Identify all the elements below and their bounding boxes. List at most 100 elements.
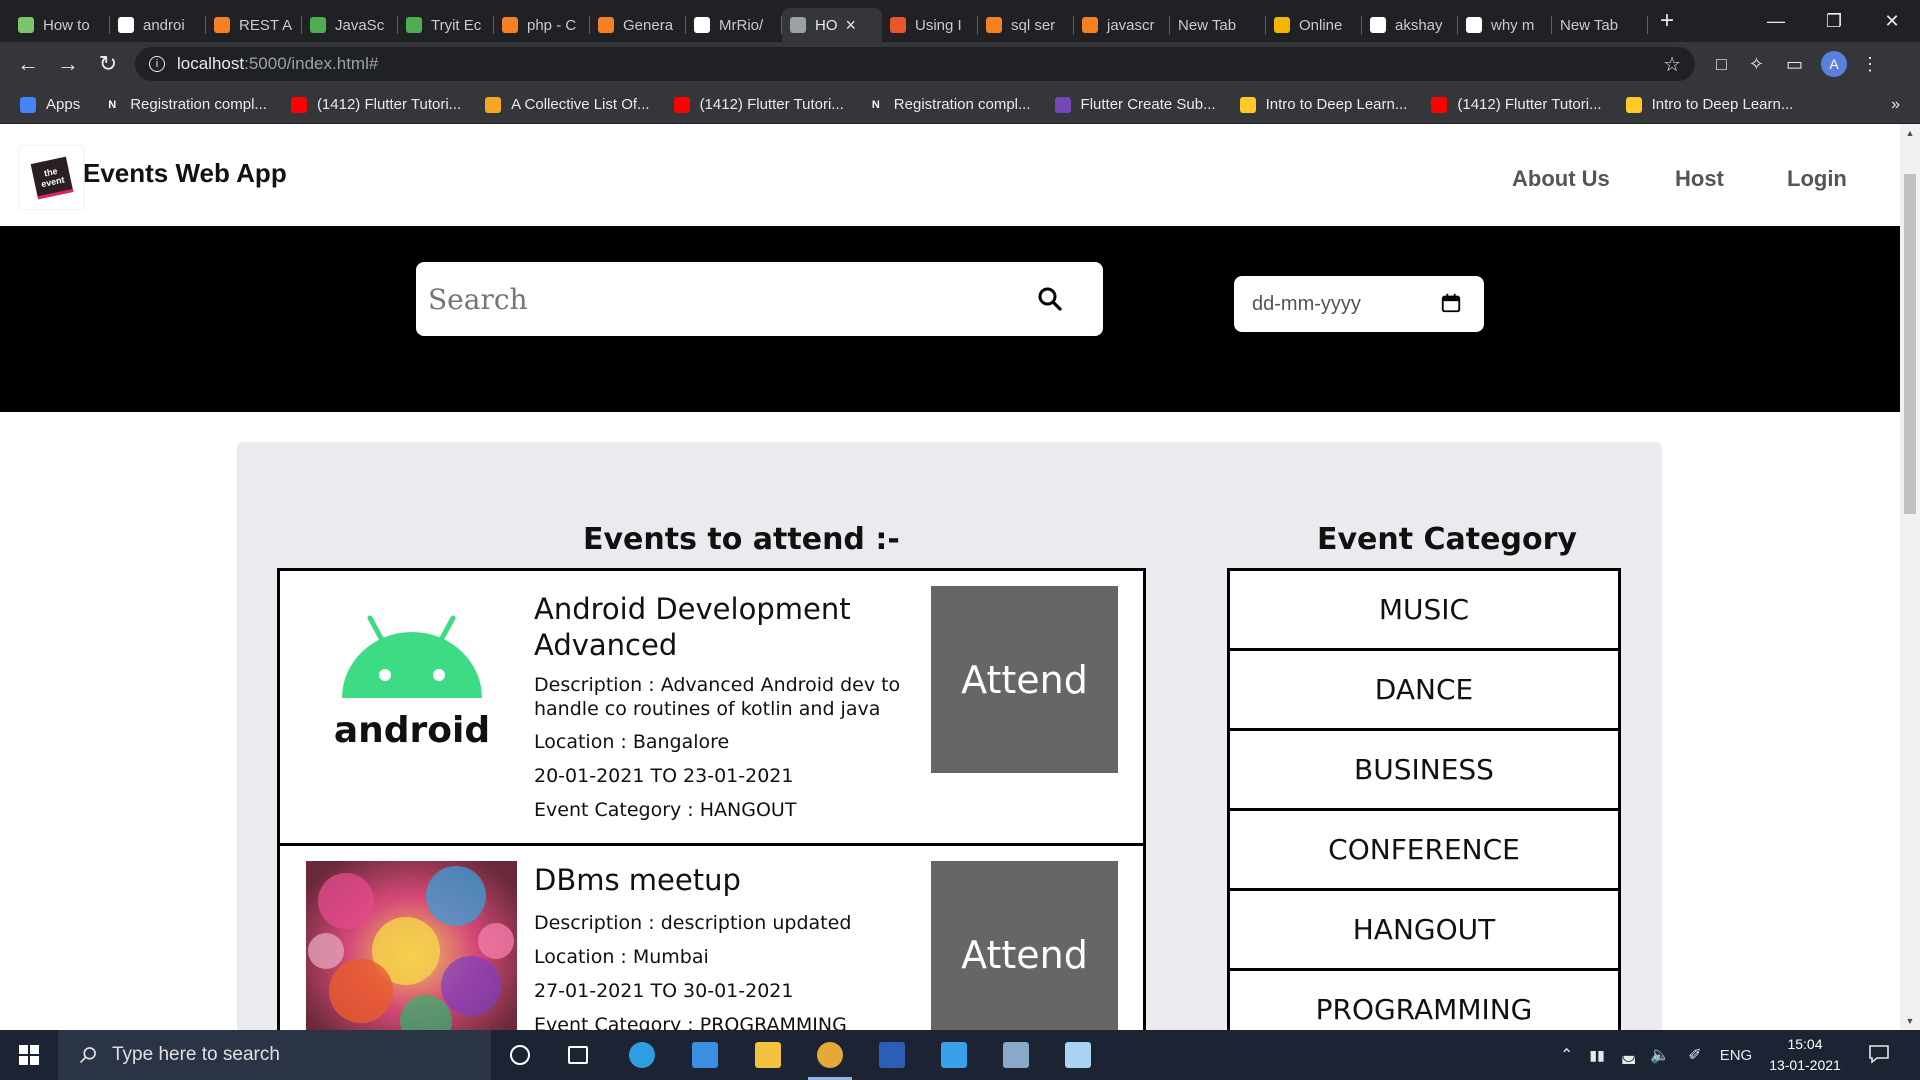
search-icon[interactable]	[1035, 284, 1065, 314]
site-logo[interactable]: the event	[20, 146, 83, 209]
restore-icon[interactable]: ❐	[1806, 0, 1862, 42]
event-location: Location : Mumbai	[534, 946, 709, 968]
browser-tab[interactable]: New Tab	[1552, 8, 1648, 42]
bookmark-item[interactable]: A Collective List Of...	[485, 96, 650, 113]
bookmark-item[interactable]: (1412) Flutter Tutori...	[290, 96, 462, 113]
screen-capture-icon[interactable]: □	[1716, 54, 1727, 75]
category-item[interactable]: DANCE	[1230, 651, 1618, 731]
vscode-icon[interactable]	[924, 1030, 984, 1080]
browser-tab[interactable]: Genera	[590, 8, 686, 42]
notifications-icon[interactable]	[1868, 1043, 1890, 1065]
calendar-icon[interactable]	[1440, 292, 1462, 314]
chrome-icon[interactable]	[800, 1030, 860, 1080]
extensions-icon[interactable]: ✧	[1749, 54, 1764, 75]
new-tab-icon[interactable]: +	[1660, 7, 1674, 35]
tab-label: why m	[1491, 16, 1535, 34]
bookmark-star-icon[interactable]: ☆	[1663, 52, 1681, 77]
menu-kebab-icon[interactable]: ⋮	[1861, 54, 1879, 75]
tab-strip: How to androi REST A JavaSc Tryit Ec php - C G…	[0, 0, 1920, 42]
page-scrollbar[interactable]: ▲ ▼	[1900, 124, 1920, 1030]
search-hero: Search dd-mm-yyyy	[0, 226, 1900, 412]
browser-tab[interactable]: MrRio/	[686, 8, 782, 42]
address-bar[interactable]: i localhost:5000/index.html# ☆	[135, 47, 1695, 81]
nav-login[interactable]: Login	[1787, 166, 1847, 192]
taskbar-clock[interactable]: 15:04 13-01-2021	[1760, 1034, 1850, 1076]
brand-name[interactable]: Events Web App	[83, 158, 287, 189]
browser-tab[interactable]: New Tab	[1170, 8, 1266, 42]
browser-tab[interactable]: akshay	[1362, 8, 1458, 42]
edge-icon[interactable]	[612, 1030, 672, 1080]
site-info-icon[interactable]: i	[149, 56, 165, 72]
bookmark-item[interactable]: Intro to Deep Learn...	[1625, 96, 1793, 113]
nav-about-us[interactable]: About Us	[1512, 166, 1610, 192]
profile-avatar[interactable]: A	[1820, 51, 1847, 77]
bookmark-item[interactable]: (1412) Flutter Tutori...	[1431, 96, 1602, 113]
windows-start-icon[interactable]	[0, 1030, 58, 1080]
category-item[interactable]: PROGRAMMING	[1230, 971, 1618, 1030]
browser-tab[interactable]: How to	[10, 8, 110, 42]
category-item[interactable]: MUSIC	[1230, 571, 1618, 651]
browser-tab[interactable]: Tryit Ec	[398, 8, 494, 42]
reload-icon[interactable]: ↻	[88, 44, 128, 84]
pen-icon[interactable]: ✐	[1688, 1045, 1701, 1065]
task-view-icon[interactable]	[548, 1030, 608, 1080]
wifi-icon[interactable]: ◛	[1621, 1045, 1637, 1065]
content-panel: Events to attend :- Event Category andro…	[237, 442, 1662, 1030]
tab-label: How to	[43, 16, 90, 34]
tab-label: Genera	[623, 16, 674, 34]
globe-icon	[790, 17, 806, 33]
clock-date: 13-01-2021	[1769, 1057, 1841, 1073]
scroll-up-icon[interactable]: ▲	[1904, 128, 1916, 138]
attend-button[interactable]: Attend	[931, 586, 1118, 773]
cortana-icon[interactable]	[490, 1030, 550, 1080]
category-item[interactable]: BUSINESS	[1230, 731, 1618, 811]
windows-taskbar: Type here to search ⌃ ▮▮ ◛ 🔈 ✐ ENG 15:04…	[0, 1030, 1920, 1080]
language-indicator[interactable]: ENG	[1720, 1047, 1753, 1064]
browser-tab[interactable]: androi	[110, 8, 206, 42]
category-item[interactable]: HANGOUT	[1230, 891, 1618, 971]
word-icon[interactable]	[862, 1030, 922, 1080]
back-icon[interactable]: ←	[8, 44, 48, 84]
nav-host[interactable]: Host	[1675, 166, 1724, 192]
close-window-icon[interactable]: ✕	[1864, 0, 1920, 42]
tab-close-icon[interactable]: ×	[846, 15, 857, 36]
bookmark-item[interactable]: Intro to Deep Learn...	[1239, 96, 1407, 113]
bookmark-item[interactable]: Flutter Create Sub...	[1054, 96, 1216, 113]
bookmark-label: (1412) Flutter Tutori...	[316, 96, 462, 113]
battery-icon[interactable]: ▮▮	[1589, 1047, 1604, 1064]
minimize-icon[interactable]: —	[1748, 0, 1804, 42]
taskbar-search-input[interactable]: Type here to search	[58, 1030, 491, 1080]
youtube-icon	[1431, 96, 1448, 113]
browser-tab[interactable]: REST A	[206, 8, 302, 42]
cast-icon[interactable]: ▭	[1786, 54, 1803, 75]
bookmark-item[interactable]: (1412) Flutter Tutori...	[673, 96, 844, 113]
scroll-down-icon[interactable]: ▼	[1904, 1016, 1916, 1026]
scroll-thumb[interactable]	[1904, 174, 1916, 514]
bookmark-item[interactable]: N Registration compl...	[868, 96, 1031, 113]
browser-tab[interactable]: Online	[1266, 8, 1362, 42]
browser-tab[interactable]: JavaSc	[302, 8, 398, 42]
bookmark-item[interactable]: N Registration compl...	[104, 96, 267, 113]
browser-tab[interactable]: javascr	[1074, 8, 1170, 42]
category-item[interactable]: CONFERENCE	[1230, 811, 1618, 891]
more-bookmarks-icon[interactable]: »	[1891, 96, 1900, 114]
date-input[interactable]: dd-mm-yyyy	[1234, 276, 1484, 332]
ssms-icon[interactable]	[986, 1030, 1046, 1080]
search-input[interactable]: Search	[416, 262, 1103, 336]
browser-tab[interactable]: php - C	[494, 8, 590, 42]
browser-tab[interactable]: HO ×	[782, 8, 882, 42]
bookmark-item[interactable]: Apps	[20, 96, 80, 113]
event-description: Description : description updated	[534, 912, 852, 934]
notepad-icon[interactable]	[1048, 1030, 1108, 1080]
browser-tab[interactable]: sql ser	[978, 8, 1074, 42]
mail-icon[interactable]	[675, 1030, 735, 1080]
volume-icon[interactable]: 🔈	[1650, 1045, 1670, 1065]
file-explorer-icon[interactable]	[738, 1030, 798, 1080]
github-icon	[1370, 17, 1386, 33]
tab-label: sql ser	[1011, 16, 1056, 34]
browser-tab[interactable]: why m	[1458, 8, 1552, 42]
attend-button[interactable]: Attend	[931, 861, 1118, 1030]
show-hidden-icons-icon[interactable]: ⌃	[1560, 1045, 1573, 1065]
browser-tab[interactable]: Using I	[882, 8, 978, 42]
forward-icon[interactable]: →	[48, 44, 88, 84]
